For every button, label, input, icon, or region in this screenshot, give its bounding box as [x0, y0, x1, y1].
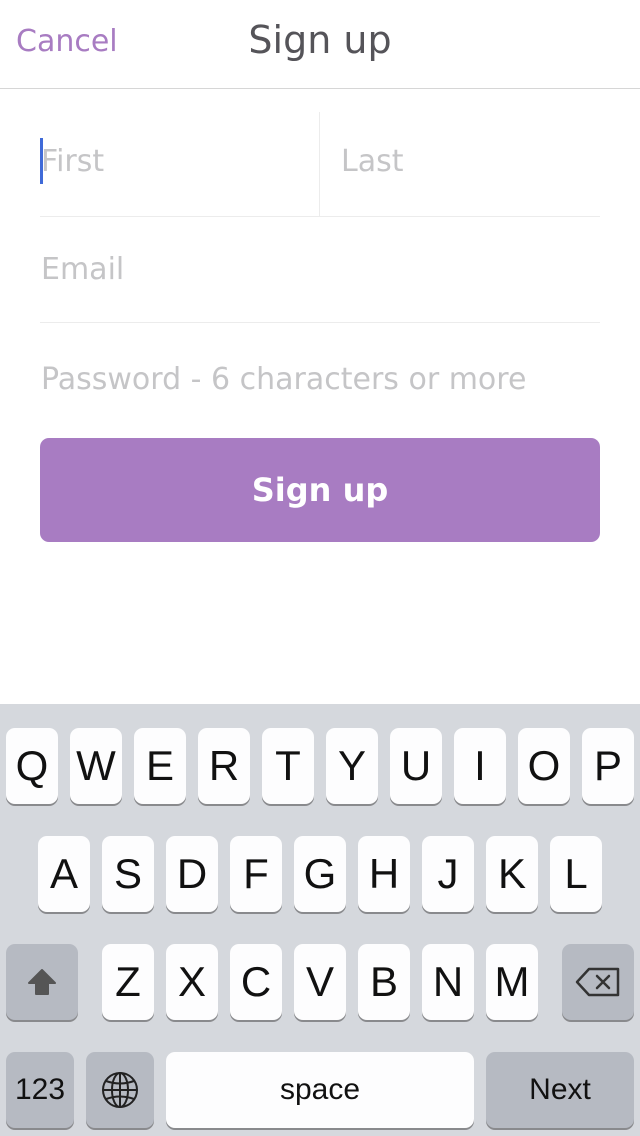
key-d[interactable]: D: [166, 836, 218, 912]
key-e[interactable]: E: [134, 728, 186, 804]
key-s[interactable]: S: [102, 836, 154, 912]
last-name-field[interactable]: Last: [341, 144, 404, 179]
key-j[interactable]: J: [422, 836, 474, 912]
first-name-field[interactable]: First: [41, 144, 104, 179]
space-key[interactable]: space: [166, 1052, 474, 1128]
signup-screen: Cancel Sign up First Last Email Password…: [0, 0, 640, 1136]
shift-key[interactable]: [6, 944, 78, 1020]
email-field[interactable]: Email: [41, 252, 124, 287]
password-field[interactable]: Password - 6 characters or more: [41, 362, 526, 397]
key-o[interactable]: O: [518, 728, 570, 804]
field-separator: [40, 216, 600, 217]
key-f[interactable]: F: [230, 836, 282, 912]
shift-arrow-icon: [28, 969, 56, 995]
backspace-icon: [575, 967, 620, 997]
cancel-button[interactable]: Cancel: [16, 24, 118, 59]
key-k[interactable]: K: [486, 836, 538, 912]
key-g[interactable]: G: [294, 836, 346, 912]
globe-icon: [102, 1072, 138, 1108]
key-v[interactable]: V: [294, 944, 346, 1020]
numbers-key[interactable]: 123: [6, 1052, 74, 1128]
key-b[interactable]: B: [358, 944, 410, 1020]
name-field-divider: [319, 112, 320, 216]
key-q[interactable]: Q: [6, 728, 58, 804]
key-u[interactable]: U: [390, 728, 442, 804]
key-r[interactable]: R: [198, 728, 250, 804]
key-n[interactable]: N: [422, 944, 474, 1020]
globe-key[interactable]: [86, 1052, 154, 1128]
navigation-bar: Cancel Sign up: [0, 0, 640, 89]
key-l[interactable]: L: [550, 836, 602, 912]
key-z[interactable]: Z: [102, 944, 154, 1020]
key-m[interactable]: M: [486, 944, 538, 1020]
key-h[interactable]: H: [358, 836, 410, 912]
key-p[interactable]: P: [582, 728, 634, 804]
delete-key[interactable]: [562, 944, 634, 1020]
key-w[interactable]: W: [70, 728, 122, 804]
onscreen-keyboard: Q W E R T Y U I O P A S D F G H J K L Z …: [0, 704, 640, 1136]
next-key[interactable]: Next: [486, 1052, 634, 1128]
key-y[interactable]: Y: [326, 728, 378, 804]
key-c[interactable]: C: [230, 944, 282, 1020]
sign-up-button[interactable]: Sign up: [40, 438, 600, 542]
key-x[interactable]: X: [166, 944, 218, 1020]
key-a[interactable]: A: [38, 836, 90, 912]
key-t[interactable]: T: [262, 728, 314, 804]
field-separator: [40, 322, 600, 323]
key-i[interactable]: I: [454, 728, 506, 804]
